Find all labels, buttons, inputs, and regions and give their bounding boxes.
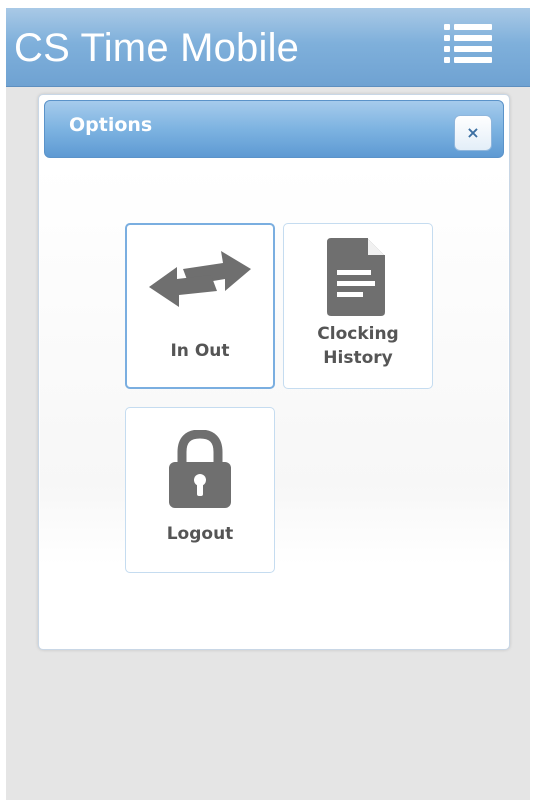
clocking-history-tile[interactable]: Clocking History	[283, 223, 433, 389]
app-title: CS Time Mobile	[14, 26, 300, 70]
logout-tile[interactable]: Logout	[125, 407, 275, 573]
in-out-label: In Out	[170, 341, 230, 361]
document-icon	[327, 238, 385, 316]
list-menu-icon	[444, 24, 492, 63]
options-dialog: Options × In Out Clocking History Logout	[38, 94, 510, 650]
padlock-icon	[169, 430, 231, 508]
clocking-history-label: Clocking History	[284, 322, 432, 370]
app-header: CS Time Mobile	[6, 8, 530, 87]
close-button[interactable]: ×	[454, 115, 492, 151]
dialog-title: Options	[69, 114, 153, 136]
swap-arrows-icon	[149, 251, 251, 307]
logout-label: Logout	[166, 524, 234, 544]
clocking-history-label-line2: History	[323, 348, 393, 368]
menu-button[interactable]	[438, 20, 500, 70]
close-icon: ×	[466, 123, 480, 142]
clocking-history-label-line1: Clocking	[317, 324, 399, 344]
dialog-header: Options ×	[44, 100, 504, 158]
app-screen: CS Time Mobile Options × In Out Clocking…	[6, 8, 530, 800]
in-out-tile[interactable]: In Out	[125, 223, 275, 389]
